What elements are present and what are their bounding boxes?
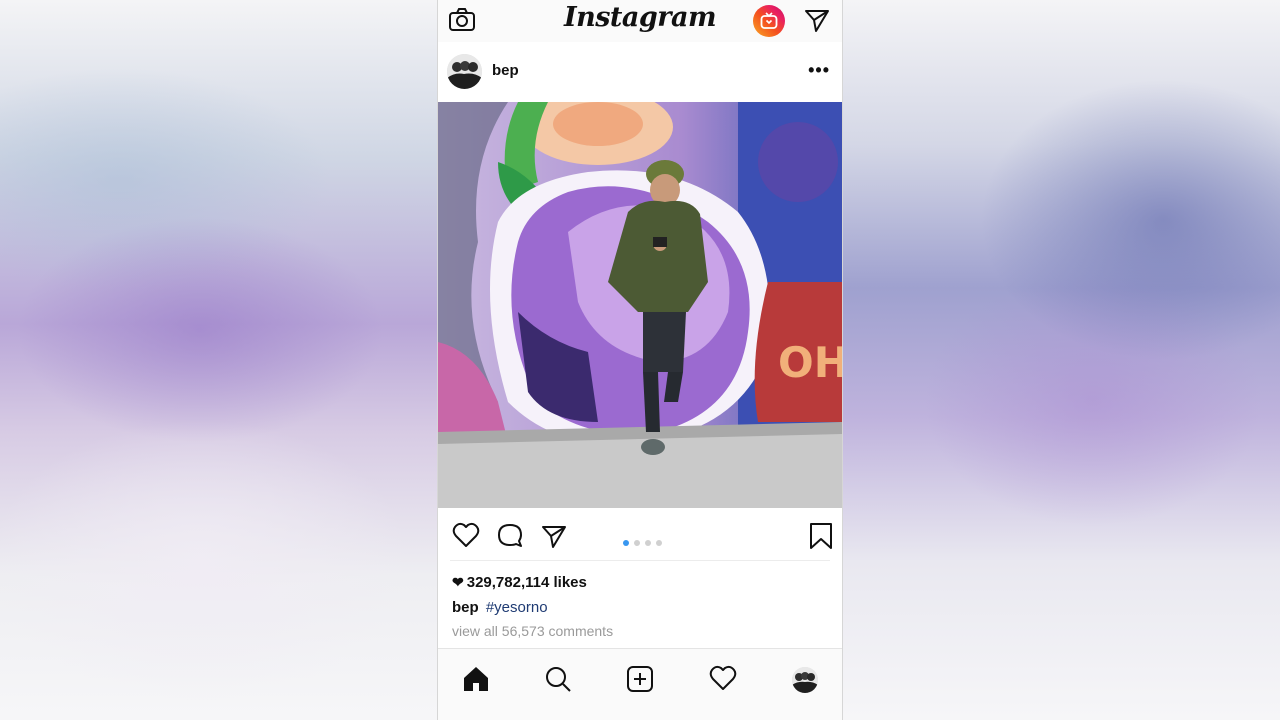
view-comments-link[interactable]: view all 56,573 comments <box>452 623 613 639</box>
caption-hashtag[interactable]: #yesorno <box>486 599 548 616</box>
post-photo[interactable]: OH <box>438 102 843 508</box>
post-username[interactable]: bep <box>492 62 519 79</box>
more-options-icon[interactable]: ••• <box>808 60 830 81</box>
new-post-icon[interactable] <box>626 665 654 698</box>
home-icon[interactable] <box>462 665 490 698</box>
avatar[interactable] <box>447 54 482 89</box>
like-heart-icon[interactable] <box>452 522 480 553</box>
igtv-icon[interactable] <box>753 5 785 37</box>
post-caption: bep #yesorno <box>452 599 548 616</box>
search-icon[interactable] <box>544 665 572 698</box>
svg-text:OH: OH <box>778 338 843 387</box>
carousel-dot <box>656 540 662 546</box>
carousel-indicator <box>623 533 667 551</box>
top-navigation-bar: Instagram <box>438 0 842 42</box>
caption-username[interactable]: bep <box>452 599 479 616</box>
likes-count[interactable]: ❤ 329,782,114 likes <box>452 574 587 591</box>
comment-icon[interactable] <box>496 522 524 555</box>
likes-count-text: 329,782,114 likes <box>466 574 587 591</box>
post-header: bep ••• <box>438 42 842 102</box>
post-action-bar <box>438 508 842 562</box>
carousel-dot <box>645 540 651 546</box>
phone-screen: Instagram bep ••• OH ❤ 329,782,114 likes… <box>437 0 843 720</box>
share-icon[interactable] <box>540 522 568 555</box>
bookmark-icon[interactable] <box>808 522 834 555</box>
filled-heart-icon: ❤ <box>452 574 464 590</box>
carousel-dot <box>634 540 640 546</box>
background-blur-right <box>843 0 1280 720</box>
direct-message-icon[interactable] <box>803 6 831 39</box>
bottom-tab-bar <box>438 648 842 720</box>
background-blur-left <box>0 0 437 720</box>
activity-heart-icon[interactable] <box>709 665 737 696</box>
carousel-dot <box>623 540 629 546</box>
profile-avatar[interactable] <box>792 667 818 693</box>
divider <box>450 560 830 561</box>
